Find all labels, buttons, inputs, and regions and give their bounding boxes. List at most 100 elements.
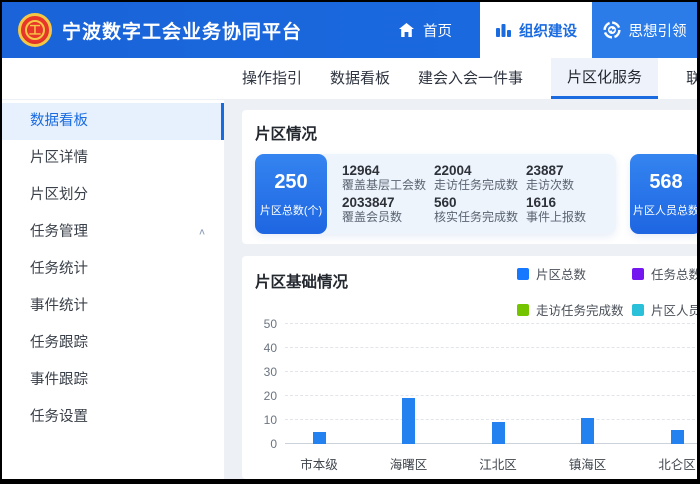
- app-header: 工 宁波数字工会业务协同平台 首页 组织建设: [2, 2, 697, 58]
- top-nav-label: 组织建设: [519, 20, 577, 41]
- subnav-item[interactable]: 联: [686, 58, 700, 99]
- top-nav-mind[interactable]: 思想引领: [592, 2, 697, 58]
- y-axis-tick-label: 40: [249, 341, 277, 355]
- bar: [671, 430, 684, 444]
- legend-swatch: [517, 304, 529, 316]
- x-axis-tick-label: 市本级: [300, 454, 338, 473]
- bar: [581, 418, 594, 444]
- chart-gridline: [285, 347, 700, 348]
- bar: [313, 432, 326, 444]
- sidebar-item-label: 片区详情: [30, 140, 88, 177]
- compass-icon: [603, 21, 621, 39]
- legend-item[interactable]: 任务总数: [632, 264, 700, 283]
- stat-highlight-label: 片区总数(个): [260, 202, 322, 218]
- stat-value: 22004: [434, 163, 524, 178]
- sidebar-item[interactable]: 任务设置: [2, 399, 224, 436]
- sidebar-item-label: 任务跟踪: [30, 325, 88, 362]
- stat-highlight-value: 568: [649, 171, 682, 194]
- x-axis-tick-label: 海曙区: [390, 454, 428, 473]
- stat-value: 560: [434, 195, 524, 210]
- legend-swatch: [632, 268, 644, 280]
- legend-item[interactable]: 走访任务完成数: [517, 300, 632, 319]
- legend-label: 走访任务完成数: [536, 300, 624, 319]
- sidebar-item-label: 任务设置: [30, 399, 88, 436]
- chevron-up-icon[interactable]: ∧: [198, 218, 206, 248]
- overview-card: 片区情况 250片区总数(个)12964覆盖基层工会数2033847覆盖会员数2…: [242, 110, 700, 244]
- home-icon: [398, 22, 415, 38]
- sidebar-item[interactable]: 片区详情: [2, 140, 224, 177]
- sidebar-item[interactable]: 任务管理 ∧: [2, 214, 224, 251]
- top-nav-label: 首页: [423, 20, 452, 41]
- top-nav-org-active[interactable]: 组织建设: [480, 2, 592, 58]
- top-nav-label: 思想引领: [629, 20, 687, 41]
- sidebar-item-label: 任务统计: [30, 251, 88, 288]
- top-nav: 首页 组织建设 思想引领: [370, 2, 697, 58]
- legend-item[interactable]: 片区总数: [517, 264, 632, 283]
- stat-cell: 23887走访次数: [526, 162, 616, 194]
- sidebar-item-label: 事件跟踪: [30, 362, 88, 399]
- subnav-item[interactable]: 操作指引: [242, 58, 302, 99]
- screenshot-frame: 工 宁波数字工会业务协同平台 首页 组织建设: [0, 0, 700, 484]
- sidebar-item-label: 任务管理: [30, 214, 88, 251]
- sidebar-item-label: 数据看板: [30, 103, 88, 140]
- main-content: 片区情况 250片区总数(个)12964覆盖基层工会数2033847覆盖会员数2…: [224, 100, 700, 479]
- bar-chart-plot: 01020304050市本级海曙区江北区镇海区北仑区: [285, 324, 700, 444]
- legend-item[interactable]: 片区人员总数: [632, 300, 700, 319]
- page-body: 数据看板片区详情片区划分任务管理 ∧ 任务统计事件统计任务跟踪事件跟踪任务设置 片区…: [2, 100, 697, 479]
- sidebar-item[interactable]: 片区划分: [2, 177, 224, 214]
- bar: [492, 422, 505, 444]
- legend-label: 片区人员总数: [651, 300, 700, 319]
- stat-grid: 12964覆盖基层工会数2033847覆盖会员数22004走访任务完成数560核…: [327, 154, 616, 234]
- sidebar-item-label: 片区划分: [30, 177, 88, 214]
- stat-value: 2033847: [342, 195, 432, 210]
- sidebar-item[interactable]: 事件统计: [2, 288, 224, 325]
- stat-value: 23887: [526, 163, 616, 178]
- stat-label: 走访任务完成数: [434, 178, 524, 193]
- legend-swatch: [517, 268, 529, 280]
- x-axis-tick-label: 镇海区: [569, 454, 607, 473]
- stat-label: 覆盖基层工会数: [342, 178, 432, 193]
- subnav-item[interactable]: 数据看板: [330, 58, 390, 99]
- bar-chart-icon: [495, 22, 511, 38]
- sidebar-item[interactable]: 任务跟踪: [2, 325, 224, 362]
- legend-label: 片区总数: [536, 264, 586, 283]
- chart-title: 片区基础情况: [255, 270, 348, 292]
- stat-label: 覆盖会员数: [342, 210, 432, 225]
- top-nav-home[interactable]: 首页: [370, 2, 480, 58]
- legend-label: 任务总数: [651, 264, 700, 283]
- y-axis-tick-label: 30: [249, 365, 277, 379]
- stat-groups: 250片区总数(个)12964覆盖基层工会数2033847覆盖会员数22004走…: [255, 154, 700, 234]
- stat-value: 12964: [342, 163, 432, 178]
- subnav-item[interactable]: 片区化服务: [551, 58, 658, 99]
- sidebar-item[interactable]: 任务统计: [2, 251, 224, 288]
- stat-highlight: 250 片区总数(个): [255, 154, 327, 234]
- chart-gridline: [285, 371, 700, 372]
- stat-value: 1616: [526, 195, 616, 210]
- y-axis-tick-label: 0: [249, 437, 277, 451]
- union-emblem-logo: 工: [18, 13, 52, 47]
- brand: 工 宁波数字工会业务协同平台: [2, 13, 302, 47]
- stat-cell: 22004走访任务完成数: [434, 162, 524, 194]
- stat-highlight-value: 250: [274, 171, 307, 194]
- chart-legend: 片区总数 任务总数走访任务完成数 片区人员总数: [517, 264, 700, 319]
- bar: [402, 398, 415, 444]
- sidebar-item[interactable]: 事件跟踪: [2, 362, 224, 399]
- stat-cell: 2033847覆盖会员数: [342, 194, 432, 226]
- x-axis-tick-label: 北仑区: [658, 454, 696, 473]
- stat-group: 568片区人员总数190片区96片区: [630, 154, 700, 234]
- app-title: 宁波数字工会业务协同平台: [62, 17, 302, 44]
- subnav-item[interactable]: 建会入会一件事: [418, 58, 523, 99]
- sidebar-item[interactable]: 数据看板: [2, 103, 224, 140]
- y-axis-tick-label: 20: [249, 389, 277, 403]
- secondary-nav: 操作指引数据看板建会入会一件事片区化服务联: [2, 58, 697, 100]
- chart-gridline: [285, 419, 700, 420]
- chart-gridline: [285, 323, 700, 324]
- stat-cell: 560核实任务完成数: [434, 194, 524, 226]
- y-axis-tick-label: 10: [249, 413, 277, 427]
- sidebar-item-label: 事件统计: [30, 288, 88, 325]
- chart-gridline: [285, 395, 700, 396]
- x-axis-tick-label: 江北区: [479, 454, 517, 473]
- overview-title: 片区情况: [255, 122, 700, 144]
- stat-label: 核实任务完成数: [434, 210, 524, 225]
- chart-card: 片区基础情况 片区总数 任务总数走访任务完成数 片区人员总数 01020304050…: [242, 256, 700, 479]
